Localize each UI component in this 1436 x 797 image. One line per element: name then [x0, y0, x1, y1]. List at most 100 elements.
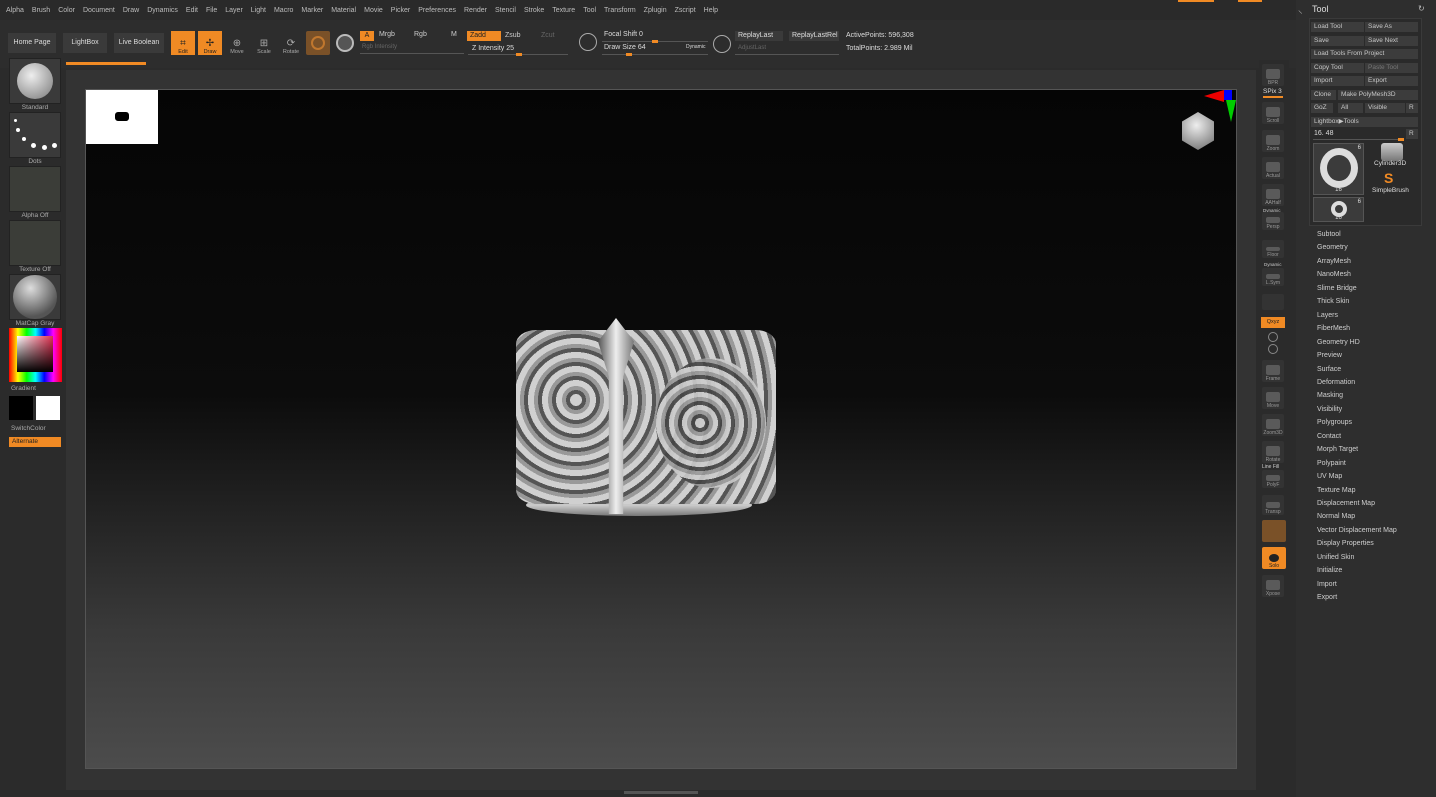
a-button[interactable]: A [360, 31, 374, 41]
secondary-color-swatch[interactable] [36, 396, 60, 420]
subpalette-vector-displacement-map[interactable]: Vector Displacement Map [1317, 527, 1397, 534]
lock-icon[interactable] [1262, 294, 1284, 310]
standard-brush-thumb[interactable] [9, 58, 61, 104]
lightbox-button[interactable]: LightBox [63, 33, 107, 53]
subpalette-arraymesh[interactable]: ArrayMesh [1317, 258, 1351, 265]
subpalette-export[interactable]: Export [1317, 594, 1337, 601]
subpalette-preview[interactable]: Preview [1317, 352, 1342, 359]
subpalette-thick-skin[interactable]: Thick Skin [1317, 298, 1349, 305]
menu-stencil[interactable]: Stencil [495, 7, 516, 14]
lsym-button[interactable]: L.Sym [1262, 268, 1284, 286]
menu-edit[interactable]: Edit [186, 7, 198, 14]
clone-button[interactable]: Clone [1311, 90, 1336, 100]
subpalette-texture-map[interactable]: Texture Map [1317, 487, 1356, 494]
matcap-thumb[interactable] [9, 274, 61, 320]
focal-lock-icon[interactable] [579, 33, 597, 51]
subpalette-masking[interactable]: Masking [1317, 392, 1343, 399]
subpalette-nanomesh[interactable]: NanoMesh [1317, 271, 1351, 278]
subpalette-normal-map[interactable]: Normal Map [1317, 513, 1355, 520]
menu-preferences[interactable]: Preferences [418, 7, 456, 14]
ring-tool-thumb[interactable]: 6 16 [1313, 143, 1364, 195]
subpalette-layers[interactable]: Layers [1317, 312, 1338, 319]
subpalette-morph-target[interactable]: Morph Target [1317, 446, 1358, 453]
import-button[interactable]: Import [1311, 76, 1364, 86]
switch-color-button[interactable]: SwitchColor [11, 425, 46, 432]
rgb-button[interactable]: Rgb [414, 31, 427, 38]
home-page-button[interactable]: Home Page [8, 33, 56, 53]
subpalette-surface[interactable]: Surface [1317, 366, 1341, 373]
simplebrush-icon[interactable]: S [1384, 170, 1393, 186]
zoom3d-button[interactable]: Zoom3D [1262, 414, 1284, 436]
z-intensity-slider[interactable]: Z Intensity 25 [472, 45, 514, 52]
focal-shift-slider[interactable]: Focal Shift 0 [604, 31, 643, 38]
menu-render[interactable]: Render [464, 7, 487, 14]
replay-icon[interactable] [713, 35, 731, 53]
tool-panel-reset-icon[interactable]: ↻ [1418, 4, 1425, 13]
rotate-z-icon[interactable] [1268, 344, 1278, 354]
scale-button[interactable]: ⊞ Scale [253, 31, 275, 55]
aahalf-button[interactable]: AAHalf [1262, 184, 1284, 206]
subpalette-display-properties[interactable]: Display Properties [1317, 540, 1374, 547]
scroll-button[interactable]: Scroll [1262, 102, 1284, 124]
export-button[interactable]: Export [1365, 76, 1418, 86]
rgb-intensity-slider[interactable]: Rgb Intensity [362, 44, 397, 50]
xpose-button[interactable]: Xpose [1262, 575, 1284, 597]
actual-button[interactable]: Actual [1262, 157, 1284, 179]
replay-last-button[interactable]: ReplayLast [735, 31, 783, 41]
subpalette-slime-bridge[interactable]: Slime Bridge [1317, 285, 1357, 292]
texture-thumb[interactable] [9, 220, 61, 266]
menu-tool[interactable]: Tool [583, 7, 596, 14]
subpalette-import[interactable]: Import [1317, 581, 1337, 588]
menu-dynamics[interactable]: Dynamics [147, 7, 178, 14]
copy-tool-button[interactable]: Copy Tool [1311, 63, 1364, 73]
ring-model[interactable] [516, 318, 776, 518]
polyf-button[interactable]: PolyF [1262, 470, 1284, 488]
menu-draw[interactable]: Draw [123, 7, 139, 14]
yinyang-icon[interactable] [336, 34, 354, 52]
color-picker[interactable] [9, 328, 62, 382]
zoom-button[interactable]: Zoom [1262, 130, 1284, 152]
solo-button[interactable]: Solo [1262, 547, 1286, 569]
menu-file[interactable]: File [206, 7, 217, 14]
menu-transform[interactable]: Transform [604, 7, 636, 14]
alternate-button[interactable]: Alternate [9, 437, 61, 447]
xyz-button[interactable]: Qxyz [1261, 317, 1285, 328]
color-square[interactable] [17, 336, 53, 372]
canvas[interactable] [85, 89, 1237, 769]
draw-size-slider[interactable]: Draw Size 64 [604, 44, 646, 51]
save-as-button[interactable]: Save As [1365, 22, 1418, 32]
make-polymesh-button[interactable]: Make PolyMesh3D [1338, 90, 1418, 100]
menu-movie[interactable]: Movie [364, 7, 383, 14]
dots-stroke-thumb[interactable] [9, 112, 61, 158]
m-button[interactable]: M [451, 31, 457, 38]
floor-button[interactable]: Floor [1262, 240, 1284, 258]
dynamic-toggle[interactable]: Dynamic [686, 44, 705, 50]
load-tools-from-project-button[interactable]: Load Tools From Project [1311, 49, 1418, 59]
subpalette-uv-map[interactable]: UV Map [1317, 473, 1342, 480]
move-view-button[interactable]: Move [1262, 387, 1284, 409]
menu-picker[interactable]: Picker [391, 7, 410, 14]
menu-material[interactable]: Material [331, 7, 356, 14]
frame-button[interactable]: Frame [1262, 360, 1284, 382]
menu-zplugin[interactable]: Zplugin [644, 7, 667, 14]
menu-alpha[interactable]: Alpha [6, 7, 24, 14]
goz-all-button[interactable]: All [1338, 103, 1363, 113]
subpalette-fibermesh[interactable]: FiberMesh [1317, 325, 1350, 332]
menu-texture[interactable]: Texture [552, 7, 575, 14]
mrgb-button[interactable]: Mrgb [379, 31, 395, 38]
lightbox-tools-button[interactable]: Lightbox▶Tools [1311, 117, 1418, 127]
goz-r-button[interactable]: R [1406, 103, 1418, 113]
rotate-view-button[interactable]: Rotate [1262, 441, 1284, 463]
zadd-button[interactable]: Zadd [467, 31, 501, 41]
subpalette-polypaint[interactable]: Polypaint [1317, 460, 1346, 467]
alpha-thumb[interactable] [9, 166, 61, 212]
material-swatch[interactable] [306, 31, 330, 55]
ring-subtool-thumb[interactable]: 6 16 [1313, 197, 1364, 222]
menu-stroke[interactable]: Stroke [524, 7, 544, 14]
menu-macro[interactable]: Macro [274, 7, 293, 14]
subpalette-geometry[interactable]: Geometry [1317, 244, 1348, 251]
cylinder-icon[interactable] [1381, 143, 1403, 161]
tool-panel-pin-icon[interactable]: ⸜ [1298, 3, 1303, 16]
subpalette-initialize[interactable]: Initialize [1317, 567, 1342, 574]
adjust-last-slider[interactable]: AdjustLast [738, 45, 766, 51]
